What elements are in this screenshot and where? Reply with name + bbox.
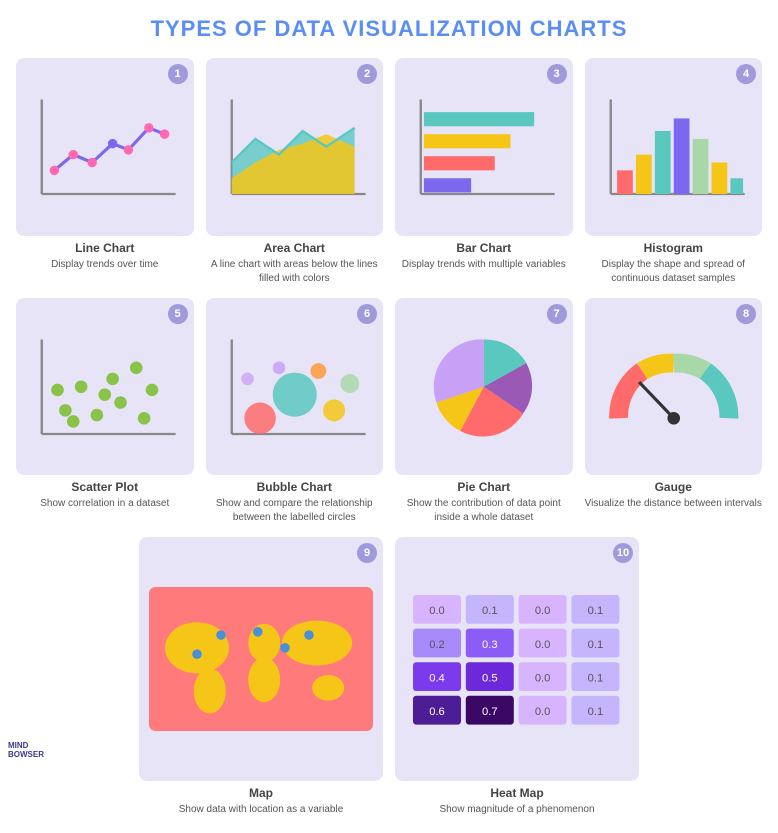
svg-text:0.0: 0.0: [535, 672, 551, 684]
area-chart-svg: [216, 68, 374, 226]
badge-2: 2: [357, 64, 377, 84]
desc-gauge: Visualize the distance between intervals: [585, 497, 762, 511]
svg-text:0.2: 0.2: [429, 639, 445, 651]
heatmap-svg: 0.0 0.1 0.0 0.1 0.2 0.3 0.0 0.1 0.4: [405, 547, 629, 771]
card-gauge: 8 Gauge Visualize the distance between i…: [585, 298, 763, 526]
chart-box-map: 9: [139, 537, 383, 781]
svg-text:0.1: 0.1: [588, 672, 604, 684]
desc-area-chart: A line chart with areas below the lines …: [206, 258, 384, 286]
card-area-chart: 2 Area Chart A line chart with areas bel…: [206, 58, 384, 286]
chart-box-bar: 3: [395, 58, 573, 236]
svg-text:0.1: 0.1: [482, 605, 498, 617]
histogram-svg: [595, 68, 753, 226]
desc-map: Show data with location as a variable: [179, 803, 344, 817]
svg-text:0.0: 0.0: [535, 706, 551, 718]
label-bubble: Bubble Chart: [257, 480, 332, 494]
badge-3: 3: [547, 64, 567, 84]
svg-text:0.6: 0.6: [429, 706, 445, 718]
svg-text:0.1: 0.1: [588, 639, 604, 651]
badge-4: 4: [736, 64, 756, 84]
svg-text:0.3: 0.3: [482, 639, 498, 651]
desc-bubble: Show and compare the relationship betwee…: [206, 497, 384, 525]
chart-box-line: 1: [16, 58, 194, 236]
card-line-chart: 1 Line Chart Display trends over time: [16, 58, 194, 286]
label-pie: Pie Chart: [457, 480, 510, 494]
card-heatmap: 10 0.0 0.1 0.0 0.1 0.2 0.3 0.0: [395, 537, 639, 817]
bubble-svg: [216, 308, 374, 466]
label-map: Map: [249, 786, 273, 800]
chart-box-histogram: 4: [585, 58, 763, 236]
svg-text:0.1: 0.1: [588, 706, 604, 718]
svg-text:0.0: 0.0: [429, 605, 445, 617]
svg-text:0.0: 0.0: [535, 639, 551, 651]
label-gauge: Gauge: [655, 480, 692, 494]
card-pie: 7 Pie Chart Show the contribution of dat…: [395, 298, 573, 526]
badge-9: 9: [357, 543, 377, 563]
badge-6: 6: [357, 304, 377, 324]
badge-5: 5: [168, 304, 188, 324]
badge-10: 10: [613, 543, 633, 563]
desc-line-chart: Display trends over time: [51, 258, 158, 272]
svg-text:0.4: 0.4: [429, 672, 445, 684]
label-bar-chart: Bar Chart: [456, 241, 511, 255]
svg-text:0.1: 0.1: [588, 605, 604, 617]
chart-box-scatter: 5: [16, 298, 194, 476]
label-area-chart: Area Chart: [264, 241, 325, 255]
line-chart-svg: [26, 68, 184, 226]
desc-scatter: Show correlation in a dataset: [40, 497, 169, 511]
title-part2: Charts: [530, 16, 628, 41]
bar-chart-svg: [405, 68, 563, 226]
card-map: 9: [139, 537, 383, 817]
badge-1: 1: [168, 64, 188, 84]
label-histogram: Histogram: [644, 241, 703, 255]
card-bubble: 6 Bubble Chart Show and compare the rela…: [206, 298, 384, 526]
chart-grid-row1: 1 Line Chart Display trends over time: [16, 58, 762, 286]
chart-box-area: 2: [206, 58, 384, 236]
svg-text:0.7: 0.7: [482, 706, 498, 718]
chart-grid-row3: 9: [139, 537, 639, 817]
scatter-svg: [26, 308, 184, 466]
desc-histogram: Display the shape and spread of continuo…: [585, 258, 763, 286]
label-line-chart: Line Chart: [75, 241, 134, 255]
title-part1: Types of Data Visualization: [151, 16, 530, 41]
svg-text:0.0: 0.0: [535, 605, 551, 617]
chart-box-pie: 7: [395, 298, 573, 476]
desc-pie: Show the contribution of data point insi…: [395, 497, 573, 525]
desc-bar-chart: Display trends with multiple variables: [402, 258, 566, 272]
gauge-svg: [595, 308, 753, 466]
map-svg: [149, 547, 373, 771]
label-scatter: Scatter Plot: [71, 480, 138, 494]
chart-grid-row2: 5 Scatter Plot Show correlation in a dat…: [16, 298, 762, 526]
page-title: Types of Data Visualization Charts: [16, 16, 762, 42]
label-heatmap: Heat Map: [490, 786, 543, 800]
chart-box-bubble: 6: [206, 298, 384, 476]
chart-box-heatmap: 10 0.0 0.1 0.0 0.1 0.2 0.3 0.0: [395, 537, 639, 781]
chart-box-gauge: 8: [585, 298, 763, 476]
badge-7: 7: [547, 304, 567, 324]
pie-svg: [405, 308, 563, 466]
logo: MINDBOWSER: [8, 741, 44, 760]
desc-heatmap: Show magnitude of a phenomenon: [439, 803, 594, 817]
svg-text:0.5: 0.5: [482, 672, 498, 684]
card-bar-chart: 3 Bar Chart Display trends with multiple…: [395, 58, 573, 286]
badge-8: 8: [736, 304, 756, 324]
card-scatter: 5 Scatter Plot Show correlation in a dat…: [16, 298, 194, 526]
card-histogram: 4 Histogram Display the shape and spread…: [585, 58, 763, 286]
